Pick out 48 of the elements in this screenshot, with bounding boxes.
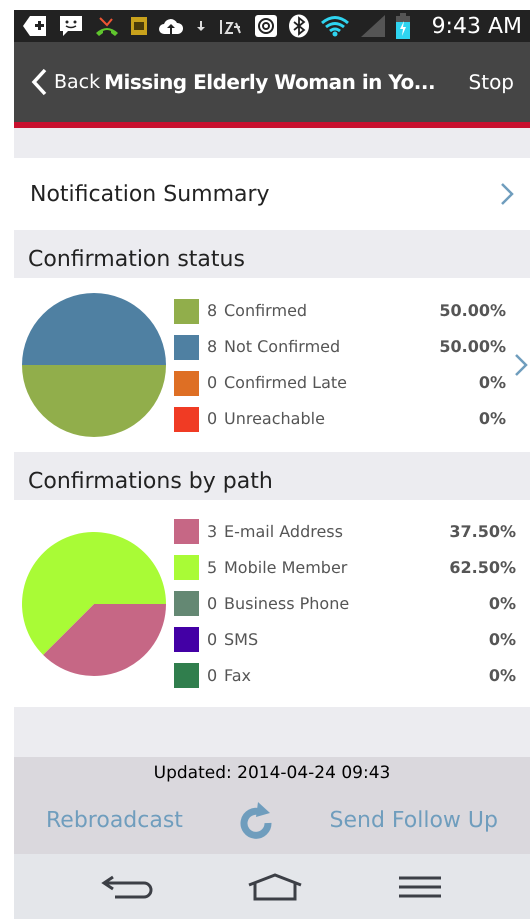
signal-icon	[360, 14, 386, 38]
legend-label: Not Confirmed	[224, 336, 340, 358]
legend-label: Confirmed	[224, 300, 308, 322]
legend-count: 8	[207, 336, 218, 358]
wifi-icon	[320, 15, 350, 37]
back-button[interactable]: Back	[30, 68, 100, 96]
home-icon[interactable]	[247, 872, 303, 900]
legend-percent: 37.50%	[449, 520, 516, 542]
legend-label: Unreachable	[224, 408, 325, 430]
chevron-right-icon	[500, 182, 514, 206]
legend-count: 8	[207, 300, 218, 322]
chat-icon	[58, 14, 84, 38]
medical-tag-icon	[22, 15, 48, 37]
legend-percent: 0%	[488, 664, 516, 686]
chevron-left-icon	[30, 68, 48, 96]
legend-count: 0	[207, 592, 218, 614]
legend-count: 0	[207, 372, 218, 394]
section-heading: Confirmations by path	[28, 468, 273, 496]
legend-label: Business Phone	[224, 592, 350, 614]
bluetooth-icon	[288, 14, 310, 38]
legend-percent: 50.00%	[439, 336, 506, 358]
battery-charging-icon	[396, 13, 410, 39]
legend-count: 3	[207, 520, 218, 542]
legend-count: 0	[207, 664, 218, 686]
legend-percent: 0%	[488, 628, 516, 650]
legend-percent: 50.00%	[439, 300, 506, 322]
menu-icon[interactable]	[397, 874, 443, 898]
updated-text: Updated: 2014-04-24 09:43	[154, 762, 390, 785]
section-heading: Confirmation status	[28, 246, 245, 274]
legend-label: SMS	[224, 628, 258, 650]
legend-percent: 0%	[478, 408, 506, 430]
status-time: 9:43 AM	[432, 12, 522, 40]
app-icon	[130, 16, 148, 36]
legend-count: 0	[207, 628, 218, 650]
legend-percent: 0%	[488, 592, 516, 614]
page-title: Missing Elderly Woman in Yo...	[104, 69, 436, 96]
legend-label: Fax	[224, 664, 252, 686]
missed-call-icon	[94, 15, 120, 37]
legend-label: Mobile Member	[224, 556, 348, 578]
legend-label: Confirmed Late	[224, 372, 347, 394]
cloud-upload-icon	[158, 16, 184, 36]
legend-percent: 0%	[478, 372, 506, 394]
legend-label: E-mail Address	[224, 520, 343, 542]
stop-button[interactable]: Stop	[468, 67, 514, 97]
legend-count: 5	[207, 556, 218, 578]
legend-percent: 62.50%	[449, 556, 516, 578]
summary-label: Notification Summary	[30, 180, 270, 208]
legend-count: 0	[207, 408, 218, 430]
